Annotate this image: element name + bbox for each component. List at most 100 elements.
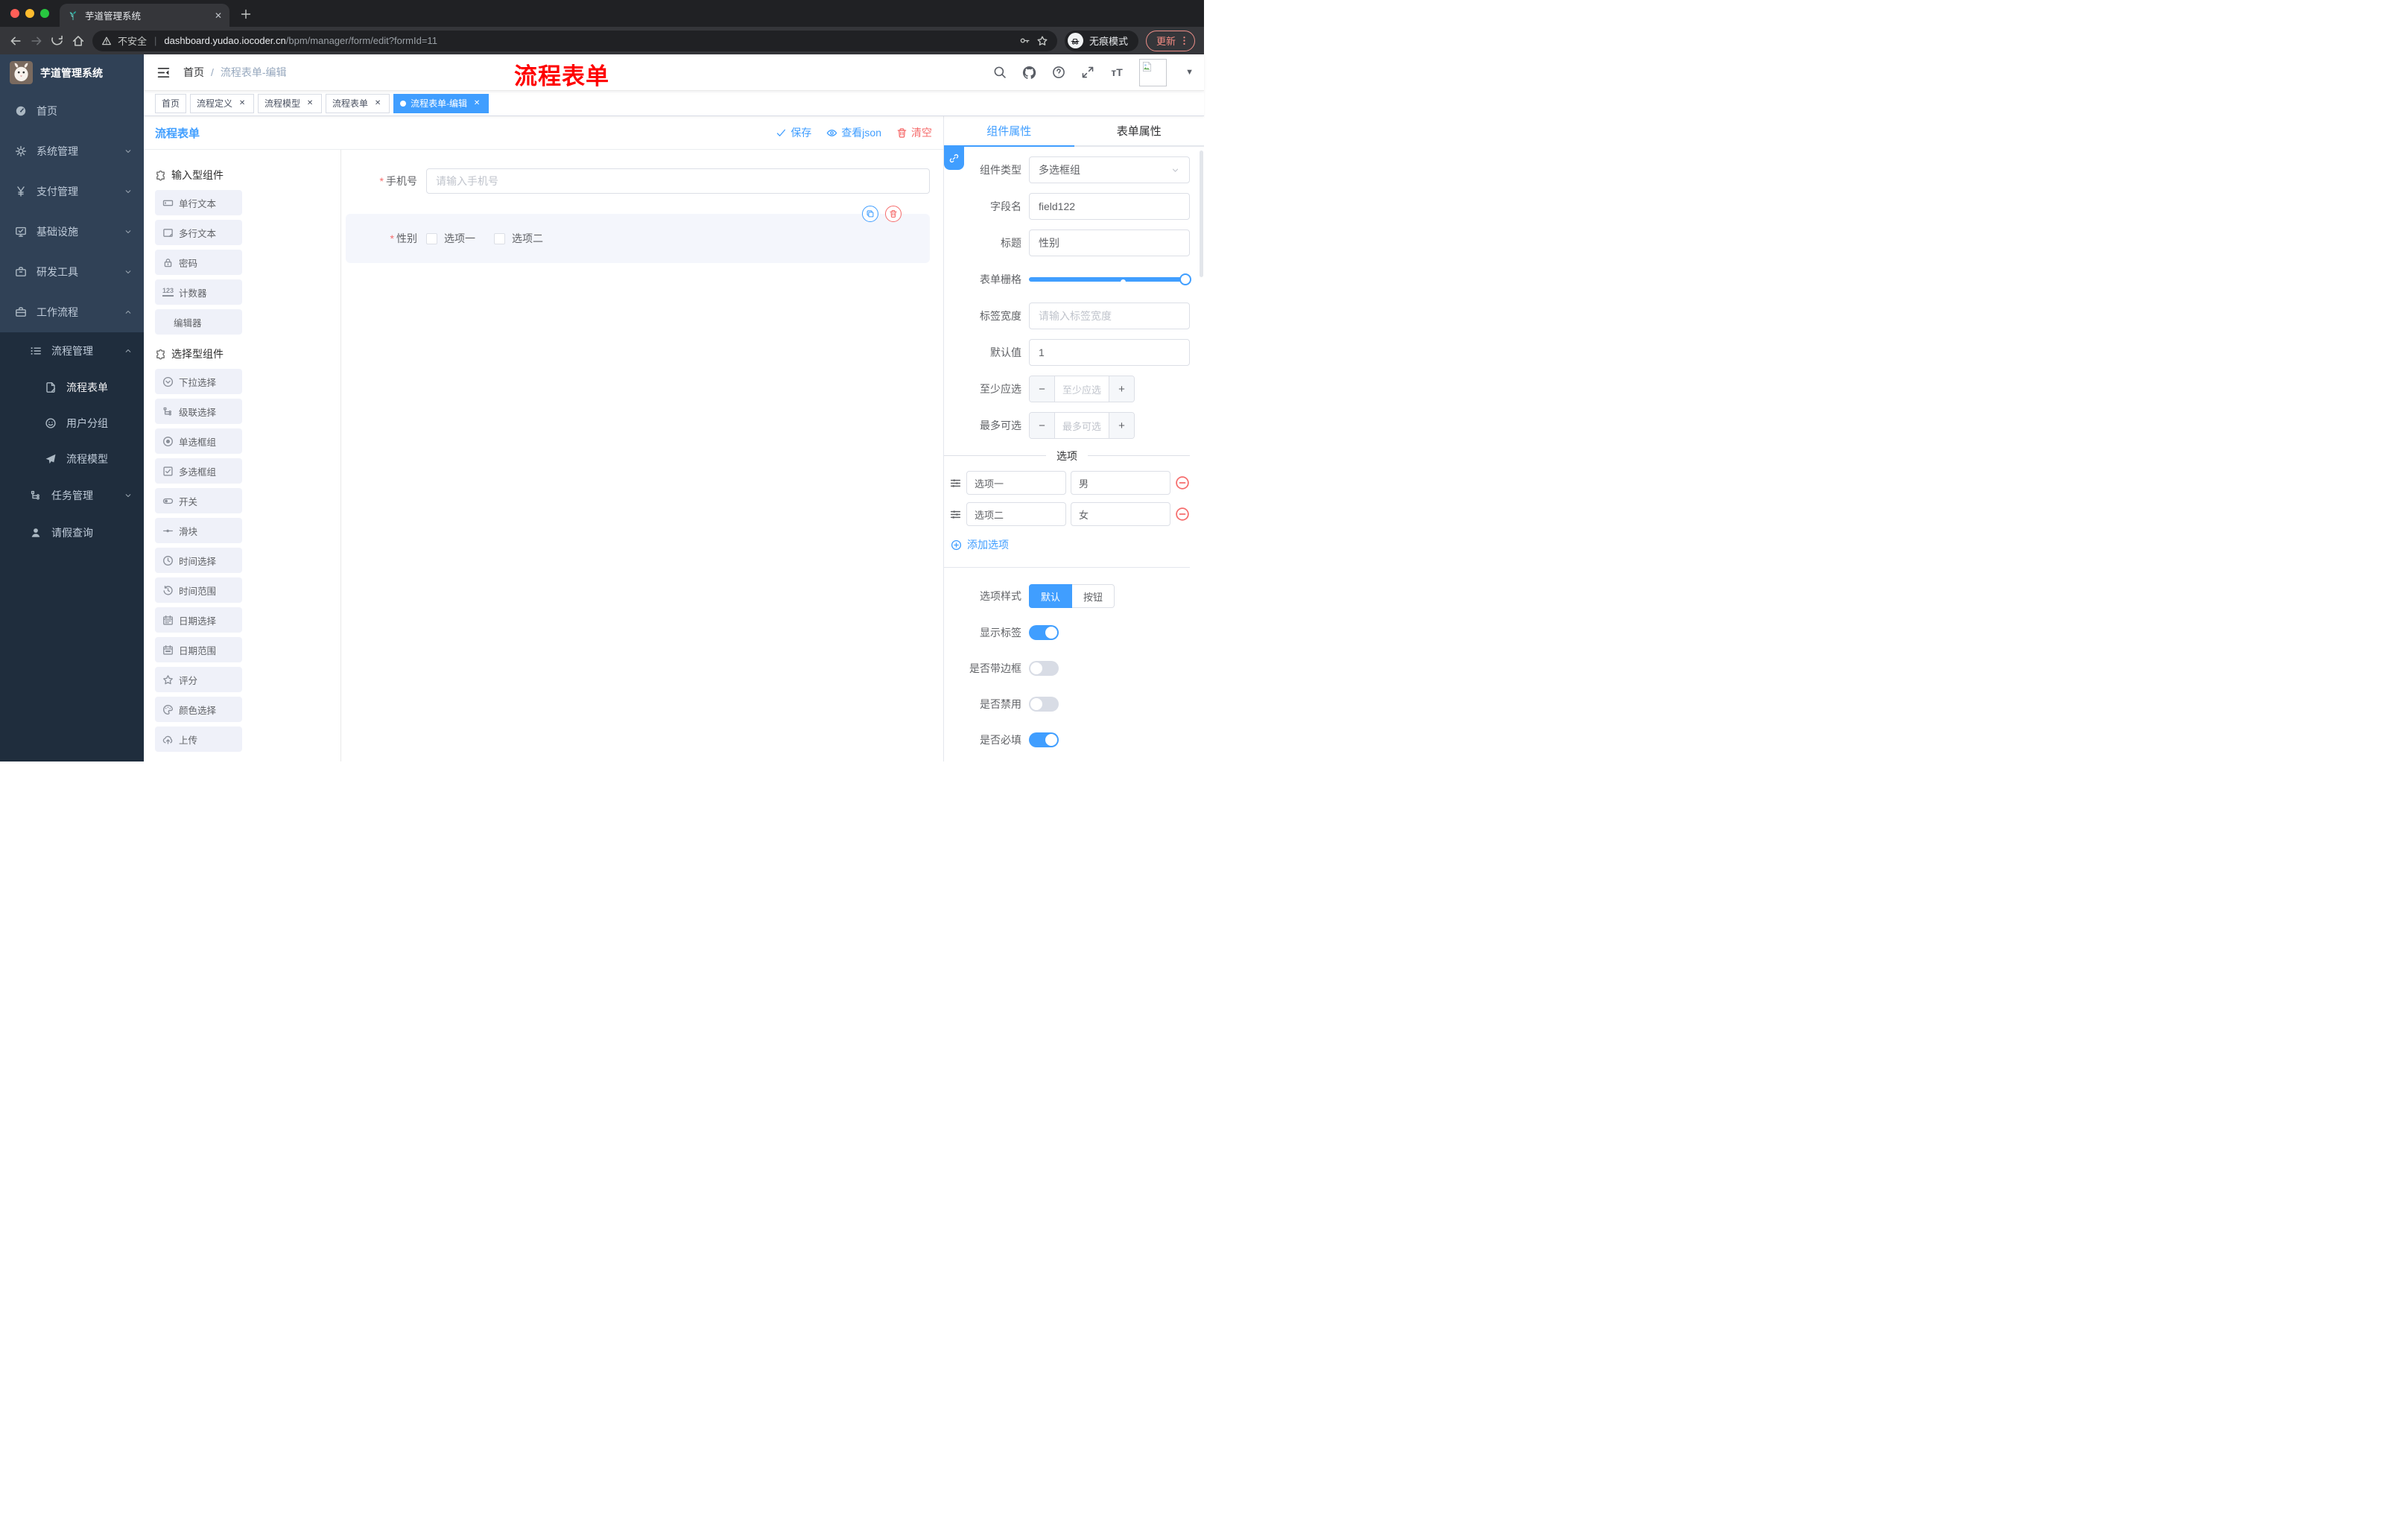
remove-option-button[interactable] [1175, 507, 1190, 522]
minimize-window-button[interactable] [25, 9, 34, 18]
help-icon[interactable] [1052, 66, 1065, 79]
component-chip-time-range[interactable]: 时间范围 [155, 577, 242, 603]
scrollbar-thumb[interactable] [1200, 151, 1203, 277]
phone-field-input[interactable]: 请输入手机号 [426, 168, 930, 194]
tab-process-form-edit[interactable]: 流程表单-编辑 ✕ [393, 93, 489, 113]
slider-handle[interactable] [1179, 273, 1191, 285]
component-chip-counter[interactable]: 123 计数器 [155, 279, 242, 305]
tab-form-props[interactable]: 表单属性 [1074, 116, 1205, 145]
selected-checkbox-component[interactable]: * 性别 选项一 选项二 [346, 206, 930, 263]
font-size-icon[interactable]: ᴛT [1110, 66, 1124, 79]
component-chip-editor[interactable]: 编辑器 [155, 309, 242, 335]
sidebar-item-dev-tools[interactable]: 研发工具 [0, 252, 144, 292]
toggle-with-border[interactable] [1029, 661, 1059, 676]
tab-process-model[interactable]: 流程模型 ✕ [258, 93, 323, 113]
max-select-value[interactable]: 最多可选 [1055, 413, 1109, 438]
option-value-input[interactable]: 女 [1071, 502, 1170, 526]
view-json-button[interactable]: 查看json [826, 125, 881, 140]
component-chip-single-line-text[interactable]: 单行文本 [155, 190, 242, 215]
github-icon[interactable] [1022, 66, 1036, 80]
gender-checkbox-option[interactable]: 选项二 [494, 231, 543, 246]
avatar[interactable] [1139, 58, 1167, 86]
delete-component-button[interactable] [885, 206, 902, 222]
clear-button[interactable]: 清空 [896, 125, 932, 140]
field-name-input[interactable]: field122 [1029, 193, 1190, 220]
checkbox-icon[interactable] [426, 232, 437, 244]
tab-process-form[interactable]: 流程表单 ✕ [326, 93, 390, 113]
sidebar-logo[interactable]: 芋道管理系统 [0, 54, 144, 91]
default-value-input[interactable]: 1 [1029, 339, 1190, 366]
sidebar-item-home[interactable]: 首页 [0, 91, 144, 131]
option-label-input[interactable]: 选项一 [966, 471, 1066, 495]
component-chip-select[interactable]: 下拉选择 [155, 369, 242, 394]
component-chip-color-picker[interactable]: 颜色选择 [155, 697, 242, 722]
zoom-window-button[interactable] [40, 9, 49, 18]
title-input[interactable]: 性别 [1029, 229, 1190, 256]
label-width-input[interactable]: 请输入标签宽度 [1029, 303, 1190, 329]
sidebar-item-workflow[interactable]: 工作流程 [0, 292, 144, 332]
home-button[interactable] [72, 34, 85, 48]
fullscreen-icon[interactable] [1081, 66, 1094, 79]
browser-tab[interactable]: 芋道管理系统 ✕ [60, 4, 229, 27]
remove-option-button[interactable] [1175, 475, 1190, 490]
tag-close-icon[interactable]: ✕ [305, 98, 315, 109]
tab-component-props[interactable]: 组件属性 [944, 116, 1074, 145]
toggle-required[interactable] [1029, 732, 1059, 747]
component-chip-time-picker[interactable]: 时间选择 [155, 548, 242, 573]
min-select-value[interactable]: 至少应选 [1055, 376, 1109, 402]
component-chip-checkbox-group[interactable]: 多选框组 [155, 458, 242, 484]
forward-button[interactable] [30, 34, 43, 48]
form-canvas[interactable]: * 手机号 请输入手机号 * 性别 选项一 选项二 [341, 150, 943, 762]
minus-button[interactable]: − [1030, 413, 1055, 438]
tag-close-icon[interactable]: ✕ [237, 98, 247, 109]
gender-checkbox-option[interactable]: 选项一 [426, 231, 475, 246]
breadcrumb-home[interactable]: 首页 [183, 65, 204, 80]
sidebar-item-process-mgmt[interactable]: 流程管理 [0, 332, 144, 370]
component-chip-cascader[interactable]: 级联选择 [155, 399, 242, 424]
sidebar-item-user-group[interactable]: 用户分组 [0, 405, 144, 441]
component-chip-slider[interactable]: 滑块 [155, 518, 242, 543]
password-key-icon[interactable] [1019, 35, 1030, 46]
tag-close-icon[interactable]: ✕ [472, 98, 482, 109]
tab-close-icon[interactable]: ✕ [215, 10, 222, 21]
component-chip-date-picker[interactable]: 日期选择 [155, 607, 242, 633]
add-option-button[interactable]: 添加选项 [951, 537, 1190, 552]
sidebar-item-task-mgmt[interactable]: 任务管理 [0, 477, 144, 514]
toggle-show-label[interactable] [1029, 625, 1059, 640]
phone-field-row[interactable]: * 手机号 请输入手机号 [346, 168, 930, 194]
component-chip-multi-line-text[interactable]: 多行文本 [155, 220, 242, 245]
close-window-button[interactable] [10, 9, 19, 18]
save-button[interactable]: 保存 [776, 125, 811, 140]
address-bar[interactable]: 不安全 | dashboard.yudao.iocoder.cn/bpm/man… [92, 30, 1057, 51]
component-chip-date-range[interactable]: 日期范围 [155, 637, 242, 662]
component-chip-switch[interactable]: 开关 [155, 488, 242, 513]
component-chip-upload[interactable]: 上传 [155, 726, 242, 752]
reload-button[interactable] [51, 34, 64, 48]
option-style-button[interactable]: 按钮 [1072, 584, 1115, 608]
plus-button[interactable]: + [1109, 376, 1134, 402]
toggle-disabled[interactable] [1029, 697, 1059, 712]
checkbox-icon[interactable] [494, 232, 505, 244]
sidebar-item-process-form[interactable]: 流程表单 [0, 370, 144, 405]
sidebar-item-process-model[interactable]: 流程模型 [0, 441, 144, 477]
tab-process-definition[interactable]: 流程定义 ✕ [190, 93, 255, 113]
back-button[interactable] [9, 34, 22, 48]
header-search-icon[interactable] [993, 66, 1007, 79]
sidebar-item-payment-mgmt[interactable]: 支付管理 [0, 171, 144, 212]
sidebar-item-leave-query[interactable]: 请假查询 [0, 514, 144, 551]
sidebar-item-system-mgmt[interactable]: 系统管理 [0, 131, 144, 171]
option-value-input[interactable]: 男 [1071, 471, 1170, 495]
avatar-caret-down-icon[interactable]: ▼ [1185, 68, 1194, 77]
copy-component-button[interactable] [862, 206, 878, 222]
component-chip-password[interactable]: 密码 [155, 250, 242, 275]
form-grid-slider[interactable] [1029, 266, 1191, 293]
option-style-default[interactable]: 默认 [1029, 584, 1073, 608]
component-chip-radio-group[interactable]: 单选框组 [155, 428, 242, 454]
plus-button[interactable]: + [1109, 413, 1134, 438]
browser-menu-icon[interactable] [1179, 35, 1190, 46]
component-chip-rate[interactable]: 评分 [155, 667, 242, 692]
window-controls[interactable] [10, 9, 49, 18]
new-tab-button[interactable] [240, 8, 252, 20]
component-type-select[interactable]: 多选框组 [1029, 156, 1190, 183]
bookmark-star-icon[interactable] [1036, 35, 1048, 47]
